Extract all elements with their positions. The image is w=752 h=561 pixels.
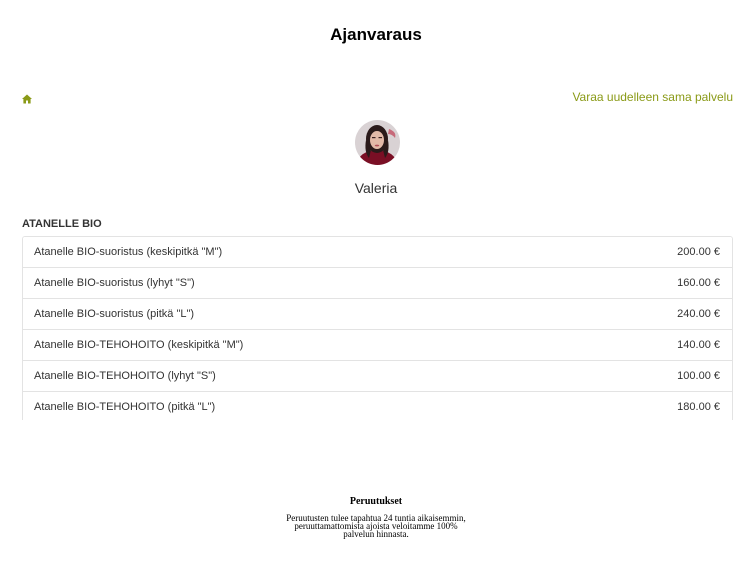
service-row[interactable]: Atanelle BIO-TEHOHOITO (keskipitkä "M") … [23, 330, 732, 361]
service-price: 160.00 € [677, 277, 720, 289]
service-price: 200.00 € [677, 246, 720, 258]
service-list: Atanelle BIO-suoristus (keskipitkä "M") … [22, 236, 733, 420]
service-price: 180.00 € [677, 401, 720, 413]
service-name: Atanelle BIO-TEHOHOITO (pitkä "L") [34, 401, 216, 413]
service-price: 240.00 € [677, 308, 720, 320]
service-price: 100.00 € [677, 370, 720, 382]
service-name: Atanelle BIO-suoristus (pitkä "L") [34, 308, 195, 320]
avatar [355, 120, 400, 165]
nav-row: Varaa uudelleen sama palvelu [22, 89, 733, 105]
service-name: Atanelle BIO-suoristus (keskipitkä "M") [34, 246, 223, 258]
page-title: Ajanvaraus [330, 25, 422, 44]
service-row[interactable]: Atanelle BIO-suoristus (keskipitkä "M") … [23, 237, 732, 268]
cancellation-text: Peruutusten tulee tapahtua 24 tuntia aik… [286, 513, 466, 539]
cancellation-title: Peruutukset [349, 496, 403, 507]
service-name: Atanelle BIO-TEHOHOITO (keskipitkä "M") [34, 339, 244, 351]
home-icon[interactable] [22, 91, 32, 104]
service-row[interactable]: Atanelle BIO-TEHOHOITO (pitkä "L") 180.0… [23, 392, 732, 420]
service-row[interactable]: Atanelle BIO-TEHOHOITO (lyhyt "S") 100.0… [23, 361, 732, 392]
rebook-same-service-link[interactable]: Varaa uudelleen sama palvelu [572, 89, 733, 105]
service-price: 140.00 € [677, 339, 720, 351]
category-title: ATANELLE BIO [22, 218, 102, 230]
staff-name: Valeria [354, 180, 398, 196]
service-row[interactable]: Atanelle BIO-suoristus (pitkä "L") 240.0… [23, 299, 732, 330]
service-name: Atanelle BIO-suoristus (lyhyt "S") [34, 277, 195, 289]
cancellation-section: Peruutukset Peruutusten tulee tapahtua 2… [0, 496, 752, 539]
service-name: Atanelle BIO-TEHOHOITO (lyhyt "S") [34, 370, 216, 382]
service-row[interactable]: Atanelle BIO-suoristus (lyhyt "S") 160.0… [23, 268, 732, 299]
